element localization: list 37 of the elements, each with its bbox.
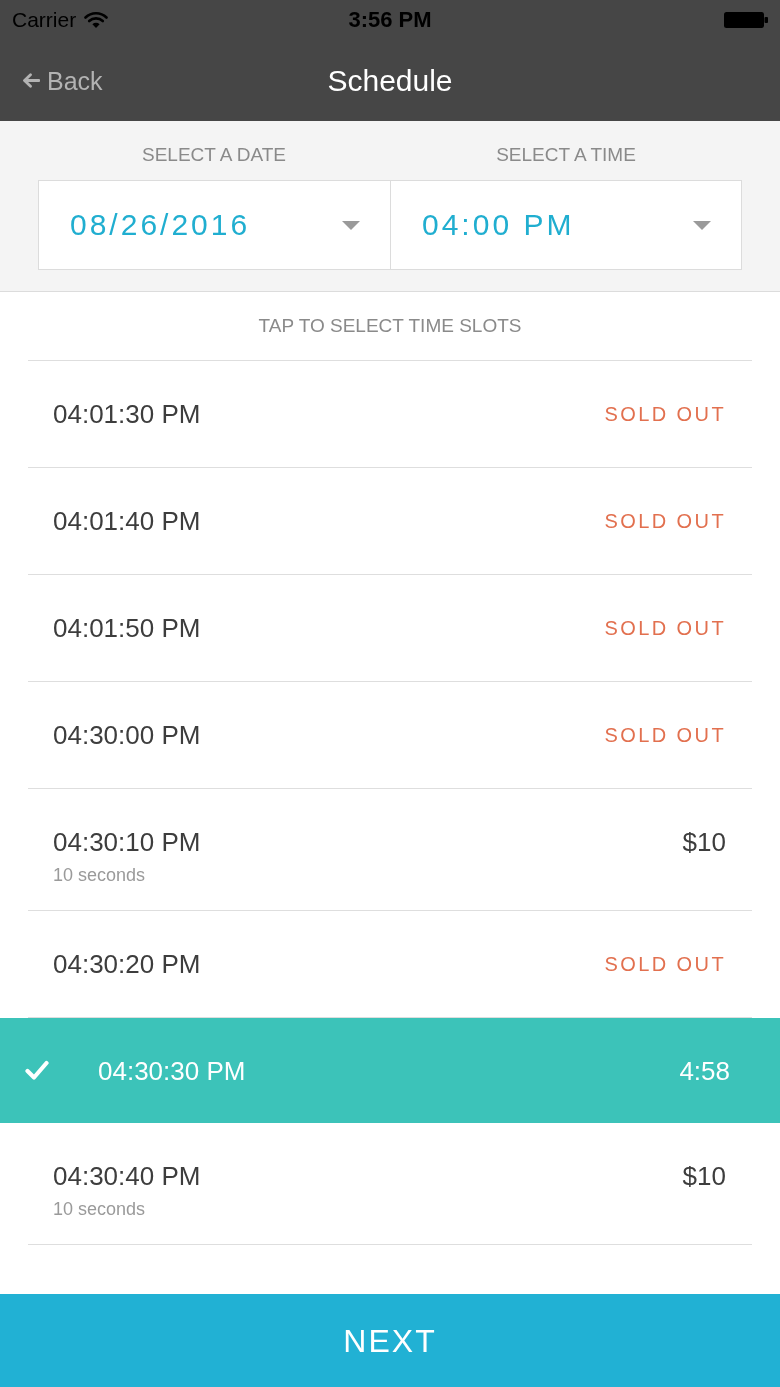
carrier-label: Carrier xyxy=(12,7,77,33)
wifi-icon xyxy=(84,11,109,29)
page-title: Schedule xyxy=(327,62,453,99)
sold-out-label: SOLD OUT xyxy=(604,402,726,427)
arrow-left-icon xyxy=(22,73,40,88)
slot-time: 04:30:10 PM xyxy=(53,826,201,858)
time-slot[interactable]: 04:01:50 PM SOLD OUT xyxy=(28,575,752,682)
sold-out-label: SOLD OUT xyxy=(604,952,726,977)
countdown-timer: 4:58 xyxy=(679,1054,730,1087)
slot-time: 04:01:40 PM xyxy=(53,505,201,537)
list-heading: TAP TO SELECT TIME SLOTS xyxy=(258,314,522,338)
caret-down-icon xyxy=(342,220,360,230)
checkmark-icon xyxy=(25,1060,49,1081)
caret-down-icon xyxy=(693,220,711,230)
slot-time: 04:30:30 PM xyxy=(98,1054,247,1087)
time-slot[interactable]: 04:30:40 PM 10 seconds $10 xyxy=(28,1123,752,1245)
back-button[interactable]: Back xyxy=(22,65,103,96)
sold-out-label: SOLD OUT xyxy=(604,723,726,748)
slot-note: 10 seconds xyxy=(53,864,147,886)
battery-icon xyxy=(724,12,768,28)
time-slot[interactable]: 04:01:30 PM SOLD OUT xyxy=(28,361,752,468)
slot-note: 10 seconds xyxy=(53,1198,147,1220)
picker-label: SELECT A TIME xyxy=(496,143,636,167)
price-label: $10 xyxy=(682,826,726,858)
slot-time: 04:30:40 PM xyxy=(53,1160,201,1192)
slot-time: 04:01:30 PM xyxy=(53,398,201,430)
time-slot[interactable]: 04:30:10 PM 10 seconds $10 xyxy=(28,789,752,911)
slot-time: 04:01:50 PM xyxy=(53,612,201,644)
slot-time: 04:30:00 PM xyxy=(53,719,201,751)
price-label: $10 xyxy=(682,1160,726,1192)
sold-out-label: SOLD OUT xyxy=(604,509,726,534)
picker-label: SELECT A DATE xyxy=(142,143,286,167)
time-slot[interactable]: 04:30:00 PM SOLD OUT xyxy=(28,682,752,789)
sold-out-label: SOLD OUT xyxy=(604,616,726,641)
status-time: 3:56 PM xyxy=(348,7,432,33)
time-slot[interactable]: 04:01:40 PM SOLD OUT xyxy=(28,468,752,575)
slot-time: 04:30:20 PM xyxy=(53,948,201,980)
